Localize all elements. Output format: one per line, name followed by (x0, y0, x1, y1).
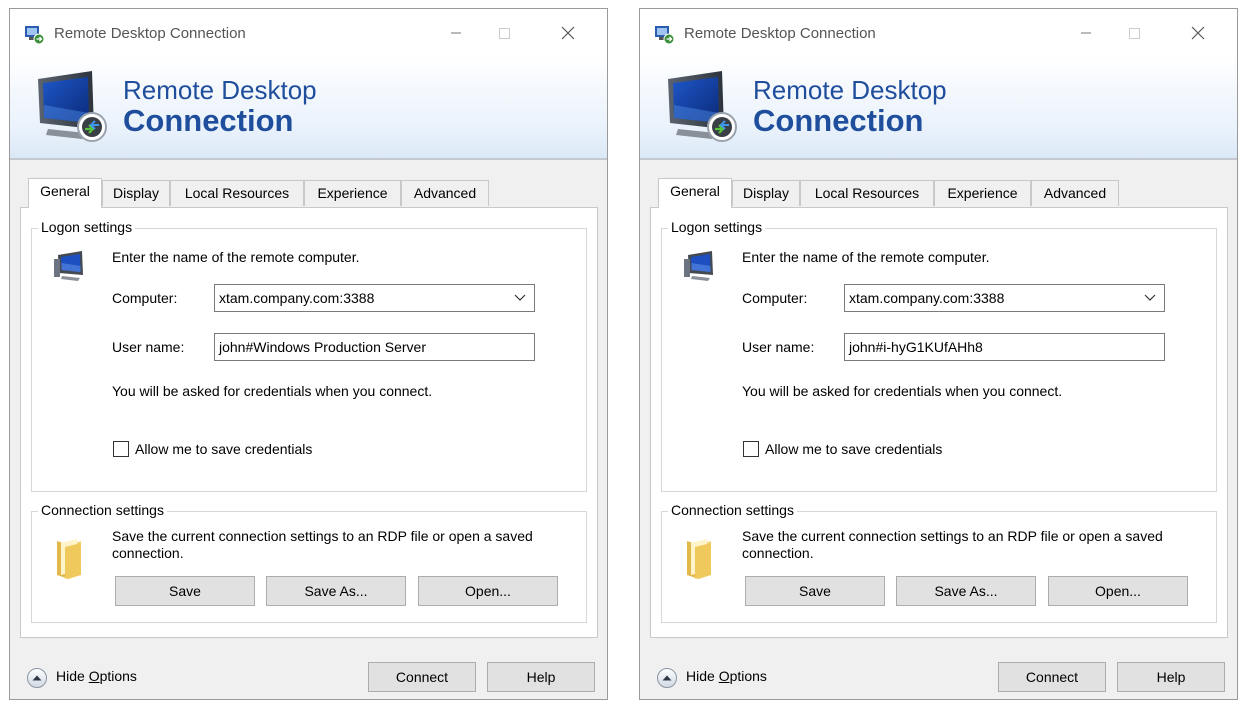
save-credentials-label[interactable]: Allow me to save credentials (765, 441, 942, 457)
hide-options-suffix: ptions (729, 668, 767, 684)
connection-settings-label: Connection settings (668, 502, 797, 518)
save-credentials-checkbox[interactable] (113, 441, 129, 457)
tab-experience[interactable]: Experience (934, 180, 1031, 206)
logon-instruction: Enter the name of the remote computer. (742, 249, 990, 265)
maximize-button[interactable] (481, 17, 527, 49)
minimize-icon (1081, 32, 1091, 34)
window-title: Remote Desktop Connection (684, 25, 876, 42)
logon-settings-group: Logon settings Enter the name of the rem… (31, 219, 587, 492)
banner-title-line2: Connection (753, 103, 924, 138)
help-button[interactable]: Help (487, 662, 595, 692)
save-as-button[interactable]: Save As... (266, 576, 406, 606)
connection-settings-label: Connection settings (38, 502, 167, 518)
computer-label: Computer: (742, 290, 808, 306)
window-title: Remote Desktop Connection (54, 25, 246, 42)
credentials-note: You will be asked for credentials when y… (112, 383, 433, 399)
connect-button[interactable]: Connect (998, 662, 1106, 692)
hide-options-label: Hide Options (686, 668, 767, 684)
chevron-down-icon (1144, 294, 1156, 301)
tab-panel-general: Logon settings Enter the name of the rem… (20, 207, 598, 638)
close-icon (561, 26, 575, 40)
chevron-up-circle-icon (27, 668, 47, 688)
header-banner: Remote Desktop Connection (10, 55, 607, 160)
computer-combobox[interactable]: xtam.company.com:3388 (844, 284, 1165, 312)
hide-options-mnemonic: O (88, 668, 100, 684)
rdp-monitor-icon (38, 71, 107, 142)
folder-icon (687, 539, 711, 579)
hide-options-prefix: Hide (56, 668, 89, 684)
connection-description: Save the current connection settings to … (112, 528, 533, 561)
computer-value: xtam.company.com:3388 (849, 290, 1005, 306)
rdp-window: Remote Desktop Connection Remote Desktop… (639, 8, 1238, 700)
maximize-icon (1129, 28, 1140, 39)
help-button[interactable]: Help (1117, 662, 1225, 692)
tab-advanced[interactable]: Advanced (401, 180, 489, 206)
title-bar[interactable]: Remote Desktop Connection (10, 9, 607, 55)
tab-experience[interactable]: Experience (304, 180, 401, 206)
save-credentials-label[interactable]: Allow me to save credentials (135, 441, 312, 457)
connection-description: Save the current connection settings to … (742, 528, 1163, 561)
folder-icon (57, 539, 81, 579)
tab-local-resources[interactable]: Local Resources (800, 180, 934, 206)
save-credentials-checkbox[interactable] (743, 441, 759, 457)
user-name-label: User name: (112, 339, 185, 355)
computer-icon (684, 251, 713, 281)
user-name-input[interactable]: john#Windows Production Server (214, 333, 535, 361)
close-button[interactable] (545, 17, 591, 49)
computer-label: Computer: (112, 290, 178, 306)
chevron-up-circle-icon (657, 668, 677, 688)
close-icon (1191, 26, 1205, 40)
tab-advanced[interactable]: Advanced (1031, 180, 1119, 206)
user-name-label: User name: (742, 339, 815, 355)
tab-display[interactable]: Display (102, 180, 170, 206)
save-button[interactable]: Save (115, 576, 255, 606)
tab-display[interactable]: Display (732, 180, 800, 206)
tab-panel-general: Logon settings Enter the name of the rem… (650, 207, 1228, 638)
maximize-button[interactable] (1111, 17, 1157, 49)
rdp-app-icon (25, 26, 45, 45)
open-button[interactable]: Open... (1048, 576, 1188, 606)
minimize-icon (451, 32, 461, 34)
logon-settings-label: Logon settings (668, 219, 766, 235)
save-as-button[interactable]: Save As... (896, 576, 1036, 606)
save-button[interactable]: Save (745, 576, 885, 606)
tab-general[interactable]: General (28, 178, 102, 208)
banner-title-line1: Remote Desktop (753, 75, 947, 105)
tab-local-resources[interactable]: Local Resources (170, 180, 304, 206)
credentials-note: You will be asked for credentials when y… (742, 383, 1063, 399)
minimize-button[interactable] (1063, 17, 1109, 49)
logon-settings-group: Logon settings Enter the name of the rem… (661, 219, 1217, 492)
title-bar[interactable]: Remote Desktop Connection (640, 9, 1237, 55)
close-button[interactable] (1175, 17, 1221, 49)
maximize-icon (499, 28, 510, 39)
connection-settings-group: Connection settings Save the current con… (661, 502, 1217, 623)
open-button[interactable]: Open... (418, 576, 558, 606)
hide-options-label: Hide Options (56, 668, 137, 684)
banner-title-line1: Remote Desktop (123, 75, 317, 105)
chevron-down-icon (514, 294, 526, 301)
computer-value: xtam.company.com:3388 (219, 290, 375, 306)
connect-button[interactable]: Connect (368, 662, 476, 692)
user-name-input[interactable]: john#i-hyG1KUfAHh8 (844, 333, 1165, 361)
minimize-button[interactable] (433, 17, 479, 49)
banner-title-line2: Connection (123, 103, 294, 138)
rdp-window: Remote Desktop Connection Remote Desktop… (9, 8, 608, 700)
logon-settings-label: Logon settings (38, 219, 136, 235)
computer-icon (54, 251, 83, 281)
logon-instruction: Enter the name of the remote computer. (112, 249, 360, 265)
hide-options-mnemonic: O (718, 668, 730, 684)
rdp-app-icon (655, 26, 675, 45)
rdp-monitor-icon (668, 71, 737, 142)
tab-general[interactable]: General (658, 178, 732, 208)
header-banner: Remote Desktop Connection (640, 55, 1237, 160)
computer-combobox[interactable]: xtam.company.com:3388 (214, 284, 535, 312)
hide-options-suffix: ptions (99, 668, 137, 684)
connection-settings-group: Connection settings Save the current con… (31, 502, 587, 623)
hide-options-prefix: Hide (686, 668, 719, 684)
